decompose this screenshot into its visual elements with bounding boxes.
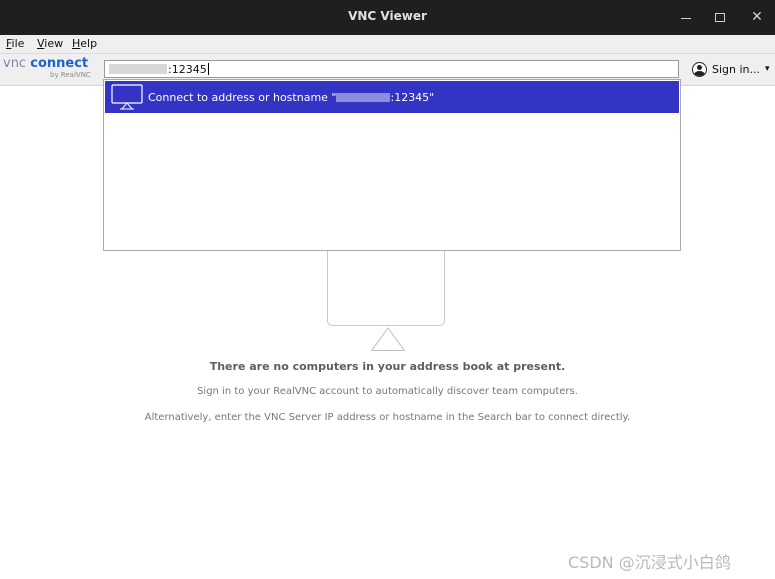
menu-file[interactable]: File [6,37,24,50]
empty-state-signin-hint: Sign in to your RealVNC account to autom… [197,386,578,397]
window-titlebar: VNC Viewer ✕ [0,0,775,35]
menu-help[interactable]: Help [72,37,97,50]
maximize-icon [715,12,725,22]
text-caret [207,63,209,75]
maximize-button[interactable] [710,8,730,26]
logo-connect-text: connect [30,56,89,71]
redacted-hostname [336,93,391,102]
search-input-value: :12345 [168,63,209,76]
empty-state-heading: There are no computers in your address b… [209,360,566,373]
suggestion-prefix: Connect to address or hostname " [148,91,337,104]
menu-bar: File View Help [0,35,775,54]
window-title: VNC Viewer [348,9,427,23]
computer-monitor-icon [111,84,143,110]
minimize-button[interactable] [676,8,696,26]
watermark-text: CSDN @沉浸式小白鸽 [568,553,731,572]
logo-byline: by RealVNC [50,71,91,79]
monitor-stand-illustration [371,327,405,351]
sign-in-button[interactable]: Sign in... ▾ [692,61,772,77]
connect-suggestion-item[interactable]: Connect to address or hostname " :12345" [105,81,679,113]
minimize-icon [681,17,691,19]
sign-in-label: Sign in... [712,62,761,76]
logo-vnc-text: vnc [3,56,27,71]
suggestion-suffix: :12345" [390,91,435,104]
chevron-down-icon: ▾ [765,64,770,74]
search-suggestions-popup: Connect to address or hostname " :12345" [103,79,681,251]
menu-help-label: elp [80,37,98,50]
menu-file-label: ile [11,37,25,50]
vnc-connect-logo: vnc connect by RealVNC [3,56,98,82]
close-button[interactable]: ✕ [747,8,767,26]
user-avatar-icon [692,61,707,77]
search-value-text: :12345 [168,63,207,76]
menu-view[interactable]: View [37,37,63,50]
close-icon: ✕ [751,9,763,25]
menu-view-label: iew [44,37,64,50]
search-input[interactable]: :12345 [104,60,679,78]
monitor-illustration [327,248,445,326]
redacted-address [109,64,167,74]
empty-state-search-hint: Alternatively, enter the VNC Server IP a… [144,412,631,423]
connect-suggestion-label: Connect to address or hostname " :12345" [148,91,434,104]
